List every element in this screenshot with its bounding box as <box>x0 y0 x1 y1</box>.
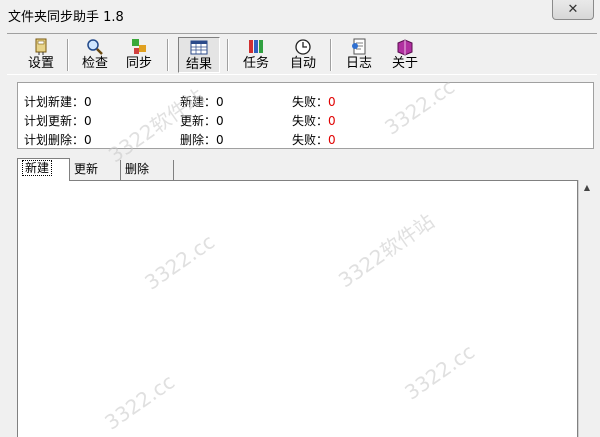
clock-icon <box>295 39 311 55</box>
results-label: 结果 <box>185 57 212 72</box>
check-label: 检查 <box>81 56 108 71</box>
toolbar-separator <box>227 39 229 71</box>
vertical-scrollbar[interactable]: ▲ <box>578 180 595 437</box>
settings-button[interactable]: 设置 <box>21 37 61 73</box>
tasks-icon <box>249 40 263 53</box>
about-button[interactable]: 关于 <box>385 37 425 73</box>
stat-update: 更新：0 <box>180 114 224 128</box>
sync-label: 同步 <box>125 56 152 71</box>
tab-update[interactable]: 更新 <box>70 160 121 180</box>
toolbar: 设置 检查 同步 结果 任务 自动 日志 关于 <box>7 33 597 75</box>
toolbar-separator <box>167 39 169 71</box>
check-button[interactable]: 检查 <box>75 37 115 73</box>
stat-fail-update: 失败：0 <box>292 114 336 128</box>
stats-panel: 计划新建：0 计划更新：0 计划删除：0 新建：0 更新：0 删除：0 失败：0… <box>17 82 594 149</box>
sync-icon <box>132 39 146 54</box>
scroll-up-icon[interactable]: ▲ <box>579 180 595 196</box>
toolbar-separator <box>330 39 332 71</box>
stat-new: 新建：0 <box>180 95 224 109</box>
auto-button[interactable]: 自动 <box>283 37 323 73</box>
title-bar: 文件夹同步助手 1.8 ✕ <box>0 0 600 27</box>
window-title: 文件夹同步助手 1.8 <box>8 10 124 25</box>
stat-fail-new: 失败：0 <box>292 95 336 109</box>
magnifier-icon <box>87 39 103 55</box>
results-list[interactable] <box>17 180 578 437</box>
close-icon: ✕ <box>567 2 579 17</box>
log-icon <box>352 38 366 55</box>
log-label: 日志 <box>345 56 372 71</box>
about-label: 关于 <box>391 56 418 71</box>
tasks-button[interactable]: 任务 <box>236 37 276 73</box>
tab-strip: 新建 更新 删除 <box>17 158 177 182</box>
stat-fail-delete: 失败：0 <box>292 133 336 147</box>
stat-plan-update: 计划更新：0 <box>24 114 92 128</box>
table-icon <box>190 40 208 55</box>
sync-button[interactable]: 同步 <box>119 37 159 73</box>
stat-delete: 删除：0 <box>180 133 224 147</box>
tab-delete[interactable]: 删除 <box>121 160 174 180</box>
stat-plan-new: 计划新建：0 <box>24 95 92 109</box>
stat-plan-delete: 计划删除：0 <box>24 133 92 147</box>
settings-icon <box>35 38 47 55</box>
toolbar-separator <box>67 39 69 71</box>
auto-label: 自动 <box>289 56 316 71</box>
log-button[interactable]: 日志 <box>339 37 379 73</box>
tasks-label: 任务 <box>242 56 269 71</box>
settings-label: 设置 <box>27 56 54 71</box>
book-icon <box>397 39 413 56</box>
results-button[interactable]: 结果 <box>178 37 220 73</box>
close-button[interactable]: ✕ <box>552 0 594 20</box>
tab-new[interactable]: 新建 <box>17 158 70 181</box>
